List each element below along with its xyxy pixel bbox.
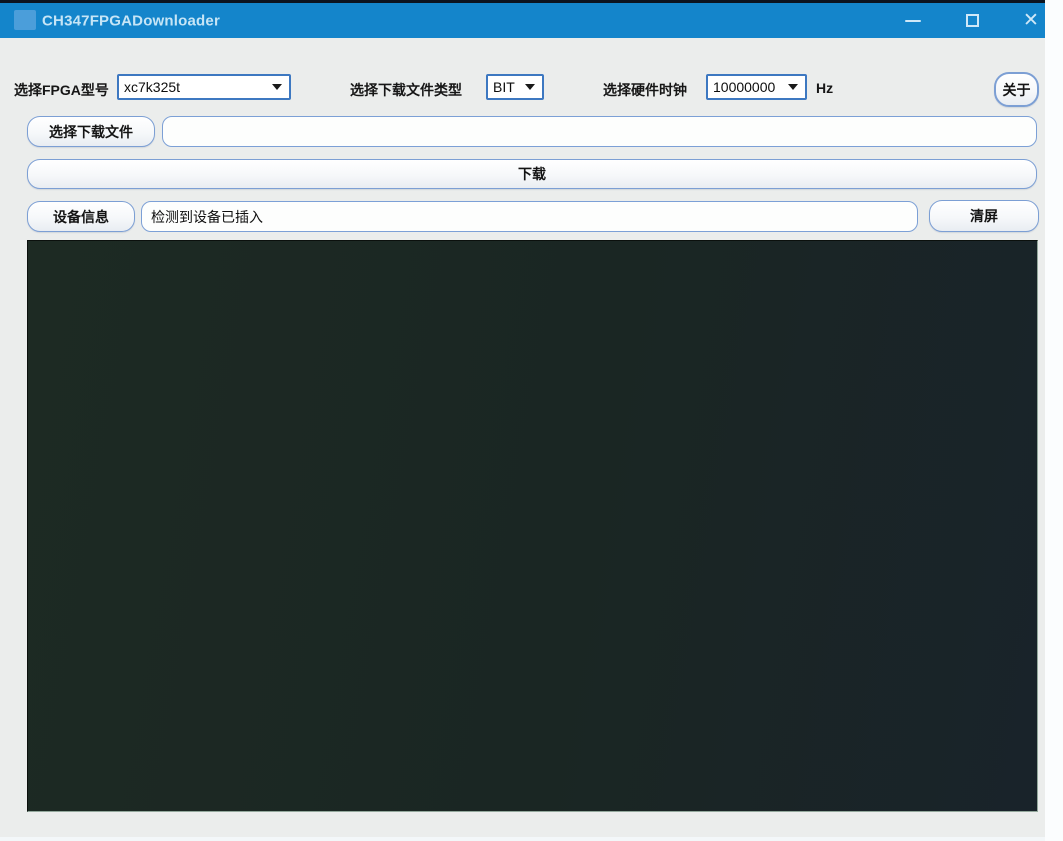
fpga-model-label: 选择FPGA型号 bbox=[14, 82, 109, 98]
select-file-button[interactable]: 选择下载文件 bbox=[27, 116, 155, 147]
device-status-input[interactable] bbox=[141, 201, 918, 232]
file-type-label: 选择下载文件类型 bbox=[350, 82, 462, 98]
file-type-select[interactable]: BIT bbox=[486, 74, 544, 100]
file-path-input[interactable] bbox=[162, 116, 1037, 147]
titlebar: CH347FPGADownloader ✕ bbox=[0, 3, 1045, 38]
chevron-down-icon bbox=[272, 84, 282, 90]
clock-unit-label: Hz bbox=[816, 80, 834, 96]
window-title: CH347FPGADownloader bbox=[42, 12, 220, 29]
maximize-icon bbox=[965, 14, 979, 27]
clock-value: 10000000 bbox=[713, 79, 776, 95]
clock-select[interactable]: 10000000 bbox=[706, 74, 807, 100]
minimize-button[interactable] bbox=[890, 3, 936, 38]
screen: CH347FPGADownloader ✕ 选择FPGA型号 xc7k325t … bbox=[0, 0, 1063, 841]
device-info-button[interactable]: 设备信息 bbox=[27, 201, 135, 232]
download-button[interactable]: 下载 bbox=[27, 159, 1037, 189]
chevron-down-icon bbox=[788, 84, 798, 90]
close-icon: ✕ bbox=[1023, 10, 1039, 31]
maximize-button[interactable] bbox=[949, 3, 995, 38]
chevron-down-icon bbox=[525, 84, 535, 90]
fpga-model-select[interactable]: xc7k325t bbox=[117, 74, 291, 100]
desktop-background bbox=[1045, 0, 1063, 841]
fpga-model-value: xc7k325t bbox=[124, 79, 181, 95]
window-bottom-edge bbox=[0, 837, 1045, 841]
app-window: CH347FPGADownloader ✕ 选择FPGA型号 xc7k325t … bbox=[0, 0, 1045, 841]
app-icon bbox=[14, 10, 36, 30]
clock-label: 选择硬件时钟 bbox=[603, 82, 687, 98]
clear-screen-button[interactable]: 清屏 bbox=[929, 200, 1039, 232]
log-console[interactable] bbox=[27, 240, 1038, 812]
file-type-value: BIT bbox=[493, 79, 515, 95]
about-button[interactable]: 关于 bbox=[994, 72, 1039, 107]
minimize-icon bbox=[905, 19, 921, 22]
